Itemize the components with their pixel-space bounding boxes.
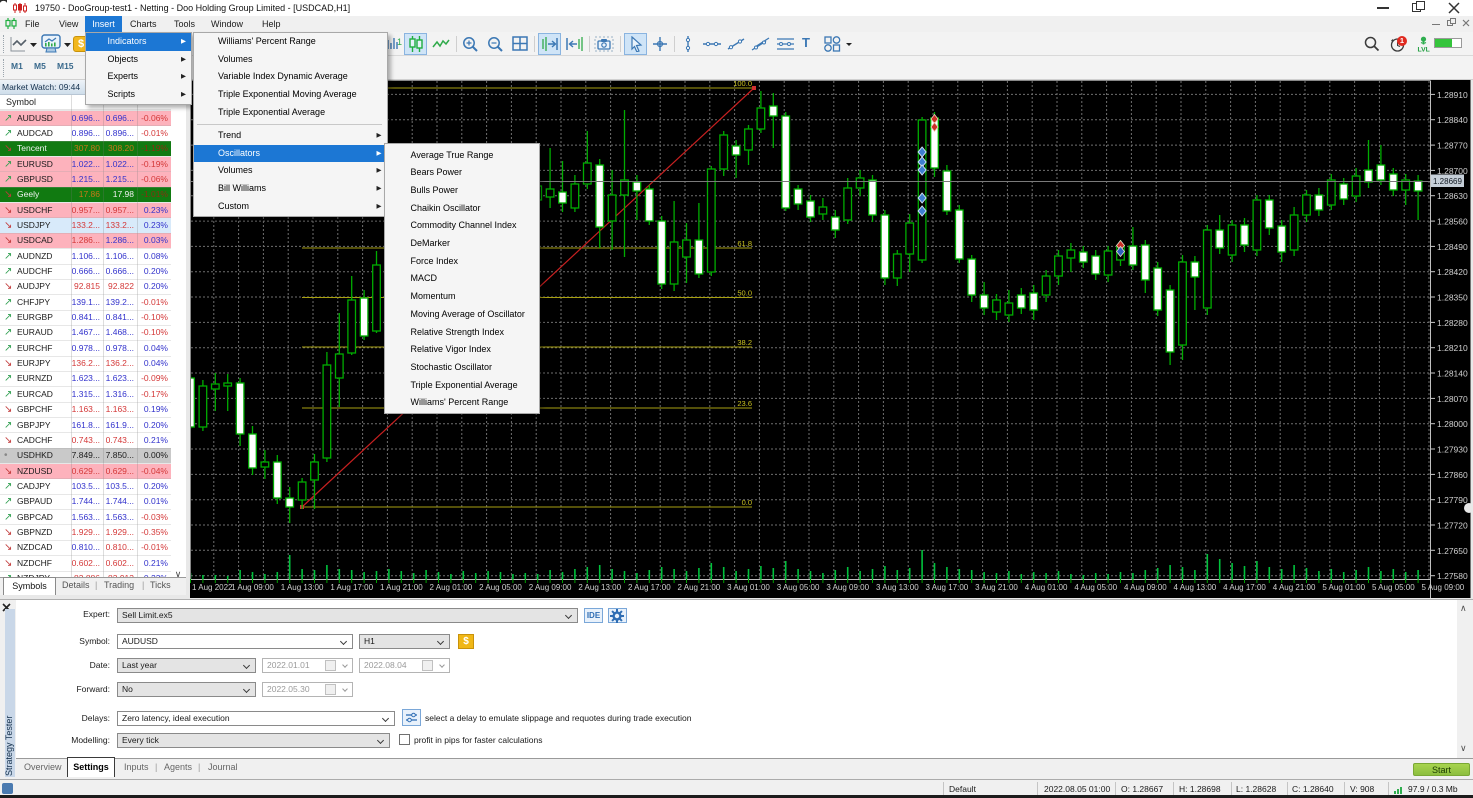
svg-text:1.28910: 1.28910 (1437, 90, 1468, 100)
svg-text:1.28420: 1.28420 (1437, 267, 1468, 277)
svg-text:2 Aug 01:00: 2 Aug 01:00 (430, 583, 473, 592)
svg-text:1.28210: 1.28210 (1437, 343, 1468, 353)
svg-text:LVL: LVL (1418, 47, 1430, 53)
svg-text:1.28490: 1.28490 (1437, 242, 1468, 252)
svg-text:1.28669: 1.28669 (1433, 177, 1462, 186)
svg-text:1.28350: 1.28350 (1437, 293, 1468, 303)
svg-text:3 Aug 21:00: 3 Aug 21:00 (975, 583, 1018, 592)
svg-text:5 Aug 05:00: 5 Aug 05:00 (1372, 583, 1415, 592)
svg-text:3 Aug 05:00: 3 Aug 05:00 (777, 583, 820, 592)
svg-text:1 Aug 2022: 1 Aug 2022 (192, 583, 233, 592)
svg-text:3 Aug 13:00: 3 Aug 13:00 (876, 583, 919, 592)
svg-text:50.0: 50.0 (737, 289, 752, 298)
svg-text:3 Aug 01:00: 3 Aug 01:00 (727, 583, 770, 592)
svg-text:1 Aug 21:00: 1 Aug 21:00 (380, 583, 423, 592)
svg-text:2 Aug 05:00: 2 Aug 05:00 (479, 583, 522, 592)
svg-text:1.27930: 1.27930 (1437, 445, 1468, 455)
svg-text:1.28000: 1.28000 (1437, 419, 1468, 429)
svg-text:1.27650: 1.27650 (1437, 546, 1468, 556)
svg-text:4 Aug 13:00: 4 Aug 13:00 (1174, 583, 1217, 592)
svg-text:5 Aug 01:00: 5 Aug 01:00 (1322, 583, 1365, 592)
svg-text:1: 1 (397, 37, 402, 47)
svg-text:1.28140: 1.28140 (1437, 369, 1468, 379)
svg-text:4 Aug 01:00: 4 Aug 01:00 (1025, 583, 1068, 592)
svg-text:4 Aug 05:00: 4 Aug 05:00 (1074, 583, 1117, 592)
svg-text:3 Aug 17:00: 3 Aug 17:00 (926, 583, 969, 592)
svg-text:1.27860: 1.27860 (1437, 470, 1468, 480)
svg-text:1 Aug 13:00: 1 Aug 13:00 (281, 583, 324, 592)
svg-text:2 Aug 09:00: 2 Aug 09:00 (529, 583, 572, 592)
svg-text:0.0: 0.0 (742, 498, 752, 507)
svg-text:1.28280: 1.28280 (1437, 318, 1468, 328)
svg-text:1.28840: 1.28840 (1437, 115, 1468, 125)
svg-text:1.28560: 1.28560 (1437, 217, 1468, 227)
svg-text:4 Aug 09:00: 4 Aug 09:00 (1124, 583, 1167, 592)
svg-text:1.28770: 1.28770 (1437, 141, 1468, 151)
svg-text:3 Aug 09:00: 3 Aug 09:00 (826, 583, 869, 592)
svg-text:100.0: 100.0 (733, 80, 752, 88)
svg-text:5 Aug 09:00: 5 Aug 09:00 (1422, 583, 1465, 592)
svg-text:1 Aug 09:00: 1 Aug 09:00 (231, 583, 274, 592)
svg-text:1.28630: 1.28630 (1437, 191, 1468, 201)
svg-text:38.2: 38.2 (737, 338, 752, 347)
svg-text:1.27580: 1.27580 (1437, 571, 1468, 581)
svg-text:1.27720: 1.27720 (1437, 521, 1468, 531)
svg-text:1.28700: 1.28700 (1437, 166, 1468, 176)
svg-text:1 Aug 17:00: 1 Aug 17:00 (330, 583, 373, 592)
svg-text:61.8: 61.8 (737, 239, 752, 248)
svg-text:23.6: 23.6 (737, 399, 752, 408)
svg-text:4 Aug 21:00: 4 Aug 21:00 (1273, 583, 1316, 592)
svg-text:1.28070: 1.28070 (1437, 394, 1468, 404)
svg-text:2 Aug 21:00: 2 Aug 21:00 (678, 583, 721, 592)
svg-text:4 Aug 17:00: 4 Aug 17:00 (1223, 583, 1266, 592)
svg-text:2 Aug 13:00: 2 Aug 13:00 (578, 583, 621, 592)
svg-text:1.27790: 1.27790 (1437, 495, 1468, 505)
svg-text:2 Aug 17:00: 2 Aug 17:00 (628, 583, 671, 592)
